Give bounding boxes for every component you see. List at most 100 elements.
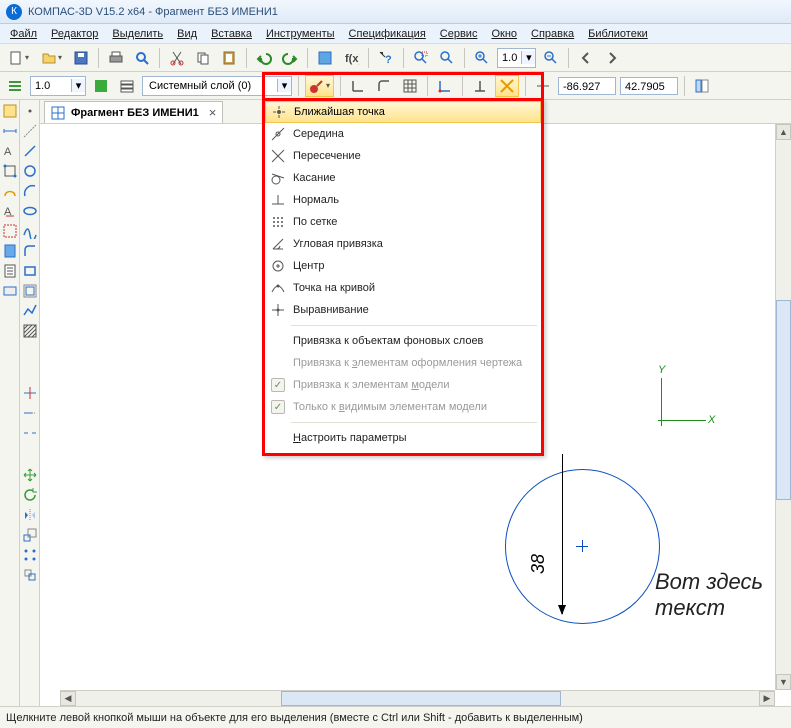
- new-button[interactable]: ▾: [4, 47, 33, 69]
- cut-button[interactable]: [166, 47, 188, 69]
- tool-break-icon[interactable]: [21, 424, 39, 442]
- menu-service[interactable]: Сервис: [434, 26, 484, 42]
- document-tab[interactable]: Фрагмент БЕЗ ИМЕНИ1 ×: [44, 101, 223, 123]
- tool-dimension-icon[interactable]: [1, 122, 19, 140]
- dd-item-intersect[interactable]: Пересечение: [265, 145, 541, 167]
- tool-rotate-icon[interactable]: [21, 486, 39, 504]
- tool-polyline-icon[interactable]: [21, 302, 39, 320]
- dd-item-midpoint[interactable]: Середина: [265, 123, 541, 145]
- dd-item-bg-layers[interactable]: Привязка к объектам фоновых слоев: [265, 330, 541, 352]
- print-button[interactable]: [105, 47, 127, 69]
- zoomin-button[interactable]: [471, 47, 493, 69]
- scroll-down-icon[interactable]: ▼: [776, 674, 791, 690]
- preview-button[interactable]: [131, 47, 153, 69]
- tool-segment-icon[interactable]: [21, 142, 39, 160]
- zoomout-button[interactable]: [540, 47, 562, 69]
- manager-button[interactable]: [314, 47, 336, 69]
- tool-arc-icon[interactable]: [21, 182, 39, 200]
- menu-libs[interactable]: Библиотеки: [582, 26, 654, 42]
- tool-ellipse-icon[interactable]: [21, 202, 39, 220]
- layer-manage-icon[interactable]: [116, 75, 138, 97]
- snap-perp-button[interactable]: [469, 75, 491, 97]
- layer-color-icon[interactable]: [90, 75, 112, 97]
- dd-item-center[interactable]: Центр: [265, 255, 541, 277]
- tool-scale-icon[interactable]: [21, 526, 39, 544]
- tool-meas-icon[interactable]: A: [1, 202, 19, 220]
- copy-button[interactable]: [192, 47, 214, 69]
- tool-point-icon[interactable]: [21, 102, 39, 120]
- chevron-down-icon[interactable]: ▾: [71, 79, 85, 92]
- tool-fillet-icon[interactable]: [21, 242, 39, 260]
- tool-hatch-icon[interactable]: [21, 322, 39, 340]
- redo-button[interactable]: [279, 47, 301, 69]
- dd-item-configure[interactable]: Настроить параметры: [265, 427, 541, 449]
- undo-button[interactable]: [253, 47, 275, 69]
- dd-item-align[interactable]: Выравнивание: [265, 299, 541, 321]
- menu-file[interactable]: Файл: [4, 26, 43, 42]
- tool-move-icon[interactable]: [21, 466, 39, 484]
- ortho-button[interactable]: [347, 75, 369, 97]
- tool-edit-icon[interactable]: [1, 162, 19, 180]
- dd-item-normal[interactable]: Нормаль: [265, 189, 541, 211]
- menu-spec[interactable]: Спецификация: [343, 26, 432, 42]
- menu-view[interactable]: Вид: [171, 26, 203, 42]
- tool-select-icon[interactable]: [1, 222, 19, 240]
- menu-edit[interactable]: Редактор: [45, 26, 104, 42]
- save-button[interactable]: [70, 47, 92, 69]
- menu-window[interactable]: Окно: [485, 26, 523, 42]
- tool-aux-icon[interactable]: [21, 122, 39, 140]
- layers-icon[interactable]: [4, 75, 26, 97]
- grid-button[interactable]: [399, 75, 421, 97]
- scroll-right-icon[interactable]: ▶: [759, 691, 775, 706]
- tool-annotation-icon[interactable]: A: [1, 142, 19, 160]
- snap-button[interactable]: ▾: [305, 75, 334, 97]
- menu-tools[interactable]: Инструменты: [260, 26, 341, 42]
- cursor-button[interactable]: [532, 75, 554, 97]
- dd-item-oncurve[interactable]: Точка на кривой: [265, 277, 541, 299]
- menu-select[interactable]: Выделить: [106, 26, 169, 42]
- zoom-combo[interactable]: 1.0▾: [497, 48, 536, 68]
- paste-button[interactable]: [218, 47, 240, 69]
- vscroll-thumb[interactable]: [776, 300, 791, 500]
- tool-geometry-icon[interactable]: [1, 102, 19, 120]
- round-button[interactable]: [373, 75, 395, 97]
- vertical-scrollbar[interactable]: ▲ ▼: [775, 124, 791, 690]
- zoomwin-button[interactable]: [410, 47, 432, 69]
- tab-close-icon[interactable]: ×: [209, 105, 217, 120]
- scroll-up-icon[interactable]: ▲: [776, 124, 791, 140]
- show-tree-button[interactable]: [691, 75, 713, 97]
- pan-right-button[interactable]: [601, 47, 623, 69]
- y-readout[interactable]: 42.7905: [620, 77, 678, 95]
- tool-extend-icon[interactable]: [21, 404, 39, 422]
- tool-trim-icon[interactable]: [21, 384, 39, 402]
- help-button[interactable]: ?: [375, 47, 397, 69]
- tool-mirror-icon[interactable]: [21, 506, 39, 524]
- dd-item-tangent[interactable]: Касание: [265, 167, 541, 189]
- tool-report-icon[interactable]: [1, 262, 19, 280]
- dd-item-nearest[interactable]: Ближайшая точка: [265, 101, 541, 123]
- tool-spec-icon[interactable]: [1, 242, 19, 260]
- scroll-left-icon[interactable]: ◀: [60, 691, 76, 706]
- open-button[interactable]: ▾: [37, 47, 66, 69]
- tool-insert-icon[interactable]: [1, 282, 19, 300]
- layer-combo[interactable]: Системный слой (0)▾: [142, 76, 292, 96]
- chevron-down-icon[interactable]: ▾: [277, 79, 291, 92]
- tool-spline-icon[interactable]: [21, 222, 39, 240]
- tool-param-icon[interactable]: [1, 182, 19, 200]
- hscroll-thumb[interactable]: [281, 691, 561, 706]
- snap-mode-button[interactable]: [495, 75, 519, 97]
- tool-copy-icon[interactable]: [21, 566, 39, 584]
- menu-insert[interactable]: Вставка: [205, 26, 258, 42]
- tool-circle-icon[interactable]: [21, 162, 39, 180]
- pan-left-button[interactable]: [575, 47, 597, 69]
- dd-item-grid[interactable]: По сетке: [265, 211, 541, 233]
- tool-array-icon[interactable]: [21, 546, 39, 564]
- zoomfit-button[interactable]: [436, 47, 458, 69]
- vars-button[interactable]: f(x): [340, 47, 362, 69]
- scale-combo[interactable]: 1.0▾: [30, 76, 86, 96]
- horizontal-scrollbar[interactable]: ◀ ▶: [60, 690, 775, 706]
- dd-item-angle[interactable]: Угловая привязка: [265, 233, 541, 255]
- tool-rect-icon[interactable]: [21, 262, 39, 280]
- menu-help[interactable]: Справка: [525, 26, 580, 42]
- lcs-button[interactable]: [434, 75, 456, 97]
